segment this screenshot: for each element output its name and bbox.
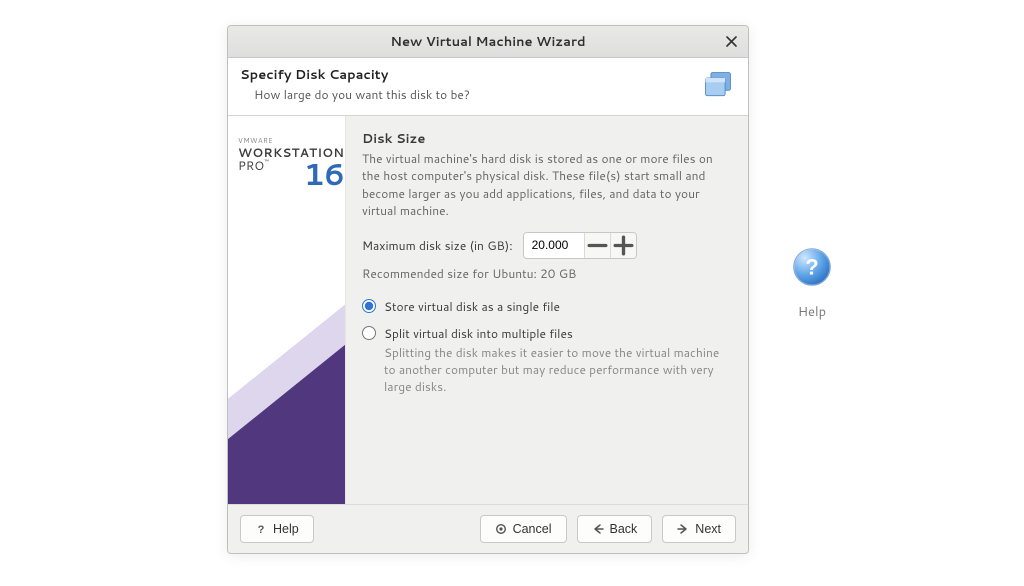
desktop-help-label: Help [782, 303, 842, 321]
question-icon: ? [255, 523, 267, 535]
section-title: Disk Size [362, 130, 730, 148]
back-button-label: Back [610, 522, 638, 536]
arrow-left-icon [592, 523, 604, 535]
recommended-size: Recommended size for Ubuntu: 20 GB [362, 265, 730, 282]
cancel-icon [495, 523, 507, 535]
disk-size-increment[interactable] [610, 233, 636, 258]
disk-size-label: Maximum disk size (in GB): [362, 237, 513, 254]
wizard-sidebar: VMWARE WORKSTATION PRO™ 16 [228, 116, 346, 504]
wizard-footer: ? Help Cancel Back Next [228, 504, 748, 553]
radio-single-file-label[interactable]: Store virtual disk as a single file [384, 298, 560, 315]
back-button[interactable]: Back [577, 515, 653, 543]
split-note: Splitting the disk makes it easier to mo… [384, 344, 730, 396]
window-title: New Virtual Machine Wizard [390, 33, 585, 51]
wizard-content: Disk Size The virtual machine's hard dis… [346, 116, 748, 504]
svg-text:?: ? [805, 254, 818, 279]
close-icon [726, 36, 737, 47]
cancel-button[interactable]: Cancel [480, 515, 567, 543]
radio-single-file[interactable] [362, 299, 376, 313]
titlebar[interactable]: New Virtual Machine Wizard [228, 26, 748, 58]
arrow-right-icon [677, 523, 689, 535]
disk-size-input[interactable] [524, 233, 584, 258]
next-button-label: Next [695, 522, 721, 536]
help-icon: ? [790, 245, 834, 289]
disk-size-decrement[interactable] [584, 233, 610, 258]
section-description: The virtual machine's hard disk is store… [362, 150, 730, 220]
disk-size-stepper [523, 232, 637, 259]
header-subtitle: How large do you want this disk to be? [240, 86, 700, 103]
wizard-dialog: New Virtual Machine Wizard Specify Disk … [227, 25, 749, 554]
radio-split-files-label[interactable]: Split virtual disk into multiple files [384, 325, 573, 342]
sidebar-art [228, 274, 346, 504]
plus-icon [611, 233, 636, 258]
cancel-button-label: Cancel [513, 522, 552, 536]
next-button[interactable]: Next [662, 515, 736, 543]
header-title: Specify Disk Capacity [240, 66, 700, 84]
desktop-help-shortcut[interactable]: ? Help [782, 245, 842, 321]
svg-text:?: ? [258, 524, 265, 535]
disk-stack-icon [700, 69, 736, 101]
minus-icon [585, 233, 610, 258]
radio-split-files[interactable] [362, 326, 376, 340]
help-button-label: Help [273, 522, 299, 536]
help-button[interactable]: ? Help [240, 515, 314, 543]
close-button[interactable] [720, 31, 742, 53]
wizard-header: Specify Disk Capacity How large do you w… [228, 58, 748, 116]
vmware-logo: VMWARE WORKSTATION PRO™ 16 [238, 138, 344, 190]
